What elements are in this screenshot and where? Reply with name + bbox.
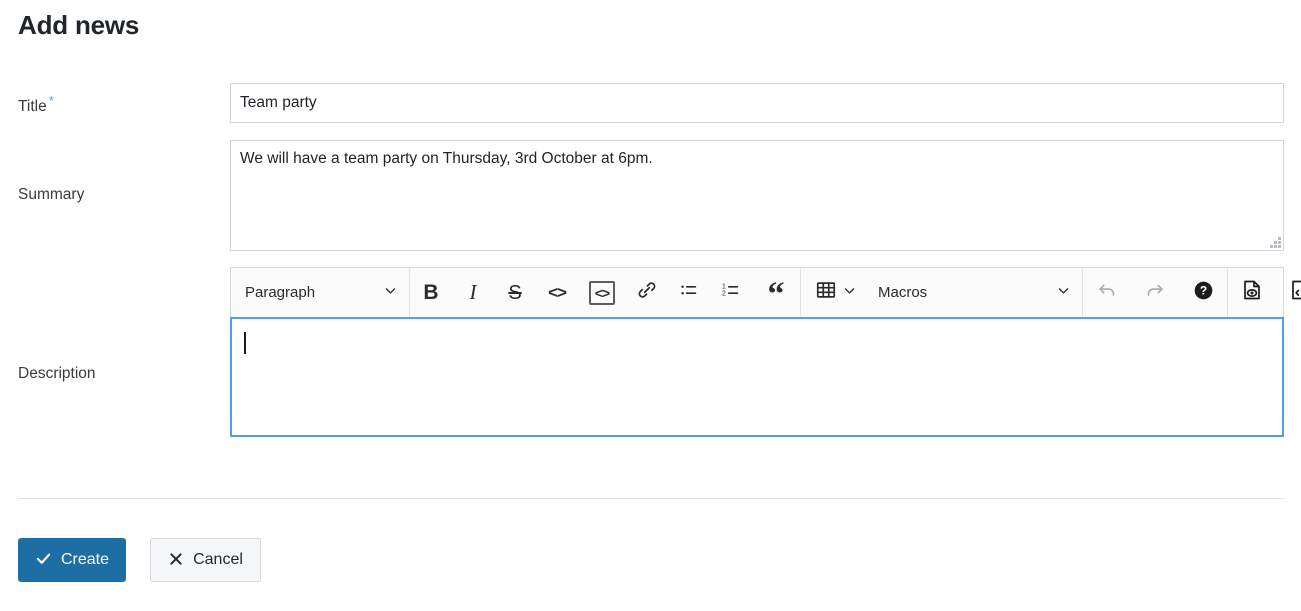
form-divider [18,498,1284,499]
blockquote-button[interactable]: “ [752,268,800,317]
undo-icon [1096,279,1118,306]
toolbar-group-inline: B I S <> <> 1 2 “ [410,268,801,317]
help-icon: ? [1192,279,1215,307]
toolbar-group-view [1228,268,1301,317]
close-x-icon [168,551,184,570]
undo-button[interactable] [1083,268,1131,317]
redo-icon [1144,279,1166,306]
italic-icon: I [469,280,477,304]
source-code-document-icon [1288,278,1301,307]
toolbar-group-insert: Macros [801,268,1083,317]
description-field-label: Description [18,365,96,382]
blockquote-icon: “ [767,276,785,314]
inline-code-button[interactable]: <> [536,268,578,317]
link-button[interactable] [626,268,668,317]
table-icon [815,279,837,306]
table-button[interactable] [801,268,864,317]
toolbar-group-history: ? [1083,268,1228,317]
numbered-list-icon: 1 2 [720,279,742,306]
chevron-down-icon [384,284,397,301]
checkmark-icon [35,550,52,570]
bold-icon: B [423,281,439,304]
cancel-button-label: Cancel [193,551,243,568]
create-button[interactable]: Create [18,538,126,582]
help-button[interactable]: ? [1179,268,1227,317]
create-button-label: Create [60,551,110,568]
strikethrough-icon: S [508,281,522,304]
summary-textarea[interactable] [230,140,1284,251]
title-label-text: Title [18,98,47,116]
preview-button[interactable] [1228,268,1276,317]
editor-toolbar: Paragraph B I S <> <> 1 2 “ Macros ? [230,267,1301,317]
paragraph-style-value: Paragraph [245,284,316,301]
source-code-button[interactable] [1276,268,1301,317]
code-block-icon: <> [589,280,615,305]
inline-code-icon: <> [548,283,567,302]
page-title: Add news [18,10,140,40]
add-news-page: Add news Title* Summary Description Para… [0,0,1301,611]
cancel-button[interactable]: Cancel [150,538,261,582]
link-icon [636,279,658,306]
rich-text-editor: Paragraph B I S <> <> 1 2 “ Macros ? [230,267,1301,437]
required-asterisk: * [48,93,54,108]
macros-value: Macros [878,284,928,301]
svg-text:1: 1 [722,283,726,290]
bold-button[interactable]: B [410,268,452,317]
bulleted-list-button[interactable] [668,268,710,317]
redo-button[interactable] [1131,268,1179,317]
svg-text:2: 2 [722,291,726,298]
toolbar-group-style: Paragraph [231,268,410,317]
italic-button[interactable]: I [452,268,494,317]
paragraph-style-select[interactable]: Paragraph [231,268,409,317]
strikethrough-button[interactable]: S [494,268,536,317]
table-chevron-down-icon[interactable] [843,284,856,302]
title-field-label: Title * [18,93,54,117]
preview-document-icon [1240,278,1264,307]
numbered-list-button[interactable]: 1 2 [710,268,752,317]
summary-field-label: Summary [18,186,85,203]
svg-text:?: ? [1199,283,1206,297]
code-block-button[interactable]: <> [578,268,626,317]
summary-field-wrapper [230,140,1284,251]
bulleted-list-icon [678,279,700,306]
macros-select[interactable]: Macros [864,268,1082,317]
title-input[interactable] [230,83,1284,123]
description-editor-body[interactable] [230,317,1284,437]
text-caret [244,332,246,354]
chevron-down-icon [1057,284,1070,301]
